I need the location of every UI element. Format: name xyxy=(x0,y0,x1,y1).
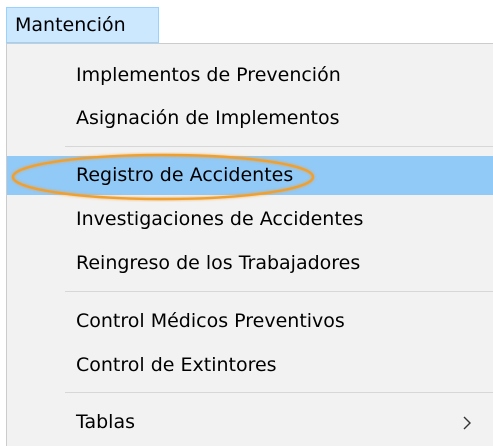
menubar-item-mantencion[interactable]: Mantención xyxy=(6,7,159,43)
menu-item-registro-accidentes[interactable]: Registro de Accidentes xyxy=(7,156,493,195)
menu-item-label: Investigaciones de Accidentes xyxy=(76,208,364,230)
menubar-item-label: Mantención xyxy=(15,14,126,36)
menu-item-control-medicos[interactable]: Control Médicos Preventivos xyxy=(7,302,493,341)
menu-item-label: Tablas xyxy=(76,411,135,433)
menu-item-label: Registro de Accidentes xyxy=(76,164,294,186)
dropdown-menu: Implementos de Prevención Asignación de … xyxy=(6,43,493,446)
menu-separator xyxy=(65,146,493,147)
menu-item-label: Asignación de Implementos xyxy=(76,107,340,129)
menu-item-label: Reingreso de los Trabajadores xyxy=(76,252,361,274)
screen: Mantención Implementos de Prevención Asi… xyxy=(0,0,493,446)
menu-item-investigaciones-accidentes[interactable]: Investigaciones de Accidentes xyxy=(7,200,493,239)
menu-separator xyxy=(65,392,493,393)
menu-separator xyxy=(65,291,493,292)
menu-item-tablas[interactable]: Tablas xyxy=(7,403,493,442)
menu-item-label: Control de Extintores xyxy=(76,354,277,376)
menu-item-asignacion-implementos[interactable]: Asignación de Implementos xyxy=(7,99,493,138)
menu-item-reingreso-trabajadores[interactable]: Reingreso de los Trabajadores xyxy=(7,244,493,283)
menu-item-implementos-prevencion[interactable]: Implementos de Prevención xyxy=(7,56,493,95)
chevron-right-icon xyxy=(457,403,477,442)
menu-item-label: Control Médicos Preventivos xyxy=(76,310,345,332)
menu-item-label: Implementos de Prevención xyxy=(76,64,341,86)
menu-item-control-extintores[interactable]: Control de Extintores xyxy=(7,346,493,385)
